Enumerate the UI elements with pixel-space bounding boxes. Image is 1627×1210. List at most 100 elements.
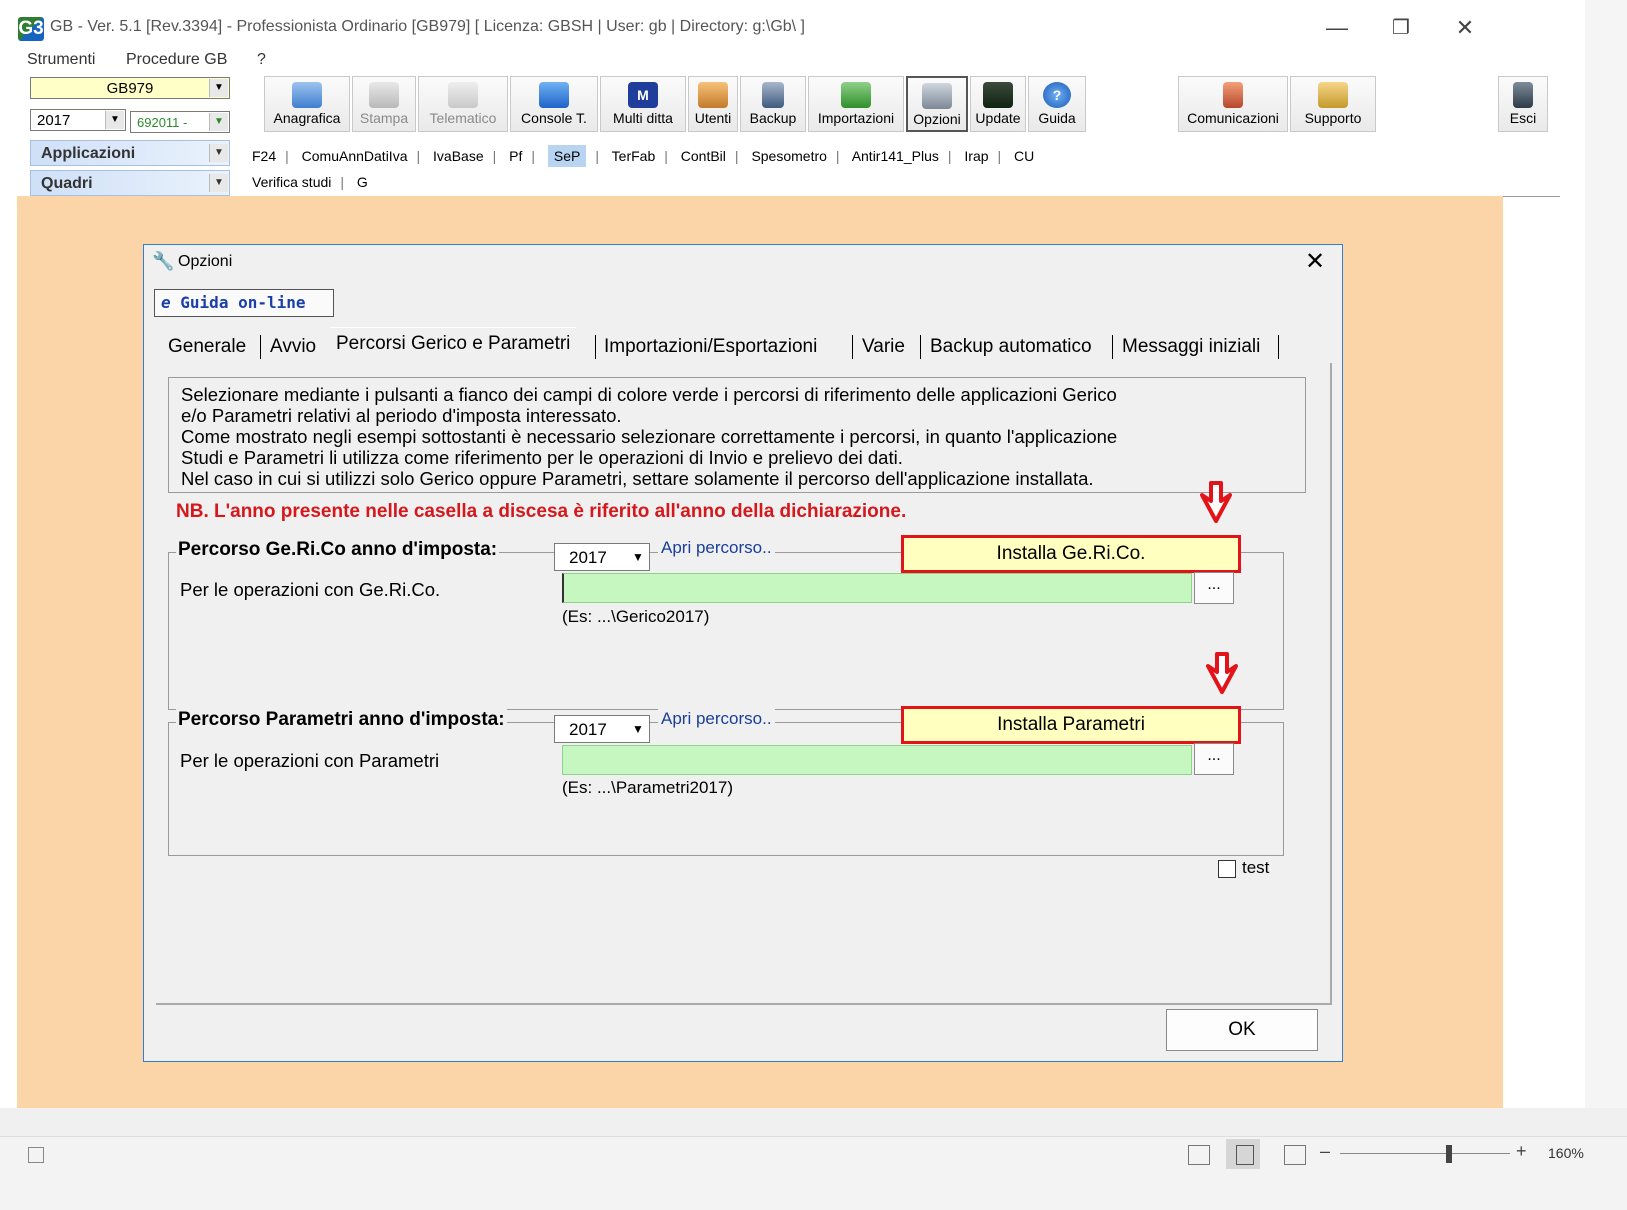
install-parametri-button[interactable]: Installa Parametri	[901, 706, 1241, 744]
dialog-close-button[interactable]: ✕	[1300, 247, 1330, 277]
console-label: Console T.	[521, 110, 587, 126]
tab-separator	[595, 335, 596, 359]
link-contbil[interactable]: ContBil	[681, 148, 726, 164]
wrench-icon	[922, 83, 952, 109]
quadri-label: Quadri	[41, 175, 93, 192]
link-verifica-studi[interactable]: Verifica studi	[252, 174, 331, 190]
test-label: test	[1242, 858, 1270, 877]
telematico-icon	[448, 82, 478, 108]
update-button[interactable]: Update	[970, 76, 1026, 132]
tab-avvio[interactable]: Avvio	[270, 331, 316, 363]
read-mode-icon[interactable]	[1188, 1145, 1210, 1165]
link-ivabase[interactable]: IvaBase	[433, 148, 484, 164]
utenti-button[interactable]: Utenti	[688, 76, 738, 132]
address-book-icon	[292, 82, 322, 108]
anagrafica-button[interactable]: Anagrafica	[264, 76, 350, 132]
parametri-open-path-link[interactable]: Apri percorso..	[658, 709, 775, 729]
year-selector[interactable]: 2017 ▼	[30, 109, 126, 131]
parametri-path-field[interactable]	[562, 745, 1192, 775]
console-button[interactable]: Console T.	[510, 76, 598, 132]
gerico-open-path-link[interactable]: Apri percorso..	[658, 538, 775, 558]
page-icon	[1236, 1145, 1254, 1165]
link-irap[interactable]: Irap	[964, 148, 988, 164]
guida-button[interactable]: ? Guida	[1028, 76, 1086, 132]
zoom-out-icon[interactable]: –	[1320, 1141, 1330, 1162]
internet-explorer-icon: e	[161, 293, 171, 312]
supporto-button[interactable]: Supporto	[1290, 76, 1376, 132]
gerico-path-field[interactable]	[562, 573, 1192, 603]
link-comuanndatiiva[interactable]: ComuAnnDatiIva	[302, 148, 408, 164]
quadri-selector[interactable]: Quadri ▼	[30, 170, 230, 196]
parametri-year-select[interactable]: 2017 ▼	[554, 715, 650, 743]
comunicazioni-label: Comunicazioni	[1187, 110, 1279, 126]
install-gerico-button[interactable]: Installa Ge.Ri.Co.	[901, 535, 1241, 573]
importazioni-button[interactable]: Importazioni	[808, 76, 904, 132]
tab-varie[interactable]: Varie	[862, 331, 905, 363]
parametri-year-value: 2017	[569, 720, 607, 739]
vertical-scrollbar[interactable]	[1585, 0, 1627, 1136]
tab-separator	[1112, 335, 1113, 359]
info-box: Selezionare mediante i pulsanti a fianco…	[168, 377, 1306, 493]
multi-ditta-button[interactable]: M Multi ditta	[600, 76, 686, 132]
gerico-row-label: Per le operazioni con Ge.Ri.Co.	[180, 579, 441, 600]
zoom-slider-track[interactable]	[1340, 1153, 1510, 1154]
importazioni-label: Importazioni	[817, 110, 895, 126]
comunicazioni-button[interactable]: Comunicazioni	[1178, 76, 1288, 132]
zoom-level[interactable]: 160%	[1548, 1145, 1584, 1161]
tab-separator	[852, 335, 853, 359]
esci-button[interactable]: Esci	[1498, 76, 1548, 132]
link-antir141-plus[interactable]: Antir141_Plus	[852, 148, 939, 164]
client-selector[interactable]: GB979 ▼	[30, 77, 230, 99]
printer-icon	[369, 82, 399, 108]
backup-button[interactable]: Backup	[740, 76, 806, 132]
telematico-button[interactable]: Telematico	[418, 76, 508, 132]
update-icon	[983, 82, 1013, 108]
tab-percorsi-gerico-parametri[interactable]: Percorsi Gerico e Parametri	[330, 327, 577, 366]
parametri-browse-button[interactable]: ...	[1194, 743, 1234, 775]
link-pf[interactable]: Pf	[509, 148, 522, 164]
minimize-button[interactable]: —	[1314, 10, 1360, 46]
zoom-in-icon[interactable]: +	[1516, 1141, 1527, 1162]
chevron-down-icon: ▼	[209, 79, 228, 97]
web-layout-icon[interactable]	[1284, 1145, 1306, 1165]
test-checkbox[interactable]	[1218, 860, 1236, 878]
client-code: GB979	[106, 80, 154, 97]
link-terfab[interactable]: TerFab	[612, 148, 656, 164]
app-links-bar: F24 | ComuAnnDatiIva | IvaBase | Pf | SeP | T…	[252, 145, 1034, 167]
nb-note: NB. L'anno presente nelle casella a disc…	[176, 501, 907, 522]
tab-separator	[260, 335, 261, 359]
opzioni-label: Opzioni	[913, 111, 961, 127]
link-f24[interactable]: F24	[252, 148, 276, 164]
chevron-down-icon: ▼	[209, 174, 228, 192]
link-spesometro[interactable]: Spesometro	[751, 148, 826, 164]
parametri-row-label: Per le operazioni con Parametri	[180, 750, 440, 771]
stampa-label: Stampa	[359, 110, 409, 126]
app-logo-icon: G3	[18, 17, 44, 41]
restore-button[interactable]: ❐	[1378, 10, 1424, 46]
zoom-slider-thumb[interactable]	[1446, 1145, 1452, 1163]
info-line: Selezionare mediante i pulsanti a fianco…	[181, 384, 1117, 405]
link-sep[interactable]: SeP	[547, 145, 587, 167]
tab-generale[interactable]: Generale	[168, 331, 246, 363]
code-selector[interactable]: 692011 - ▼	[130, 111, 230, 133]
ok-button[interactable]: OK	[1166, 1009, 1318, 1051]
parametri-group-title: Percorso Parametri anno d'imposta:	[176, 709, 507, 731]
applicazioni-selector[interactable]: Applicazioni ▼	[30, 140, 230, 166]
tab-importazioni-esportazioni[interactable]: Importazioni/Esportazioni	[604, 331, 817, 363]
menu-procedure-gb[interactable]: Procedure GB	[126, 51, 227, 69]
gerico-browse-button[interactable]: ...	[1194, 572, 1234, 604]
gerico-year-select[interactable]: 2017 ▼	[554, 543, 650, 571]
menu-strumenti[interactable]: Strumenti	[27, 51, 95, 69]
tab-backup-automatico[interactable]: Backup automatico	[930, 331, 1092, 363]
tab-messaggi-iniziali[interactable]: Messaggi iniziali	[1122, 331, 1260, 363]
close-window-button[interactable]: ✕	[1442, 10, 1488, 46]
link-cu[interactable]: CU	[1014, 148, 1034, 164]
link-g[interactable]: G	[357, 174, 368, 190]
opzioni-button[interactable]: Opzioni	[906, 76, 968, 132]
guida-online-button[interactable]: e Guida on-line	[154, 289, 334, 317]
stampa-button[interactable]: Stampa	[352, 76, 416, 132]
users-icon	[698, 82, 728, 108]
menu-help[interactable]: ?	[257, 51, 266, 69]
wrench-icon: 🔧	[152, 251, 175, 271]
info-line: Studi e Parametri li utilizza come rifer…	[181, 447, 903, 468]
